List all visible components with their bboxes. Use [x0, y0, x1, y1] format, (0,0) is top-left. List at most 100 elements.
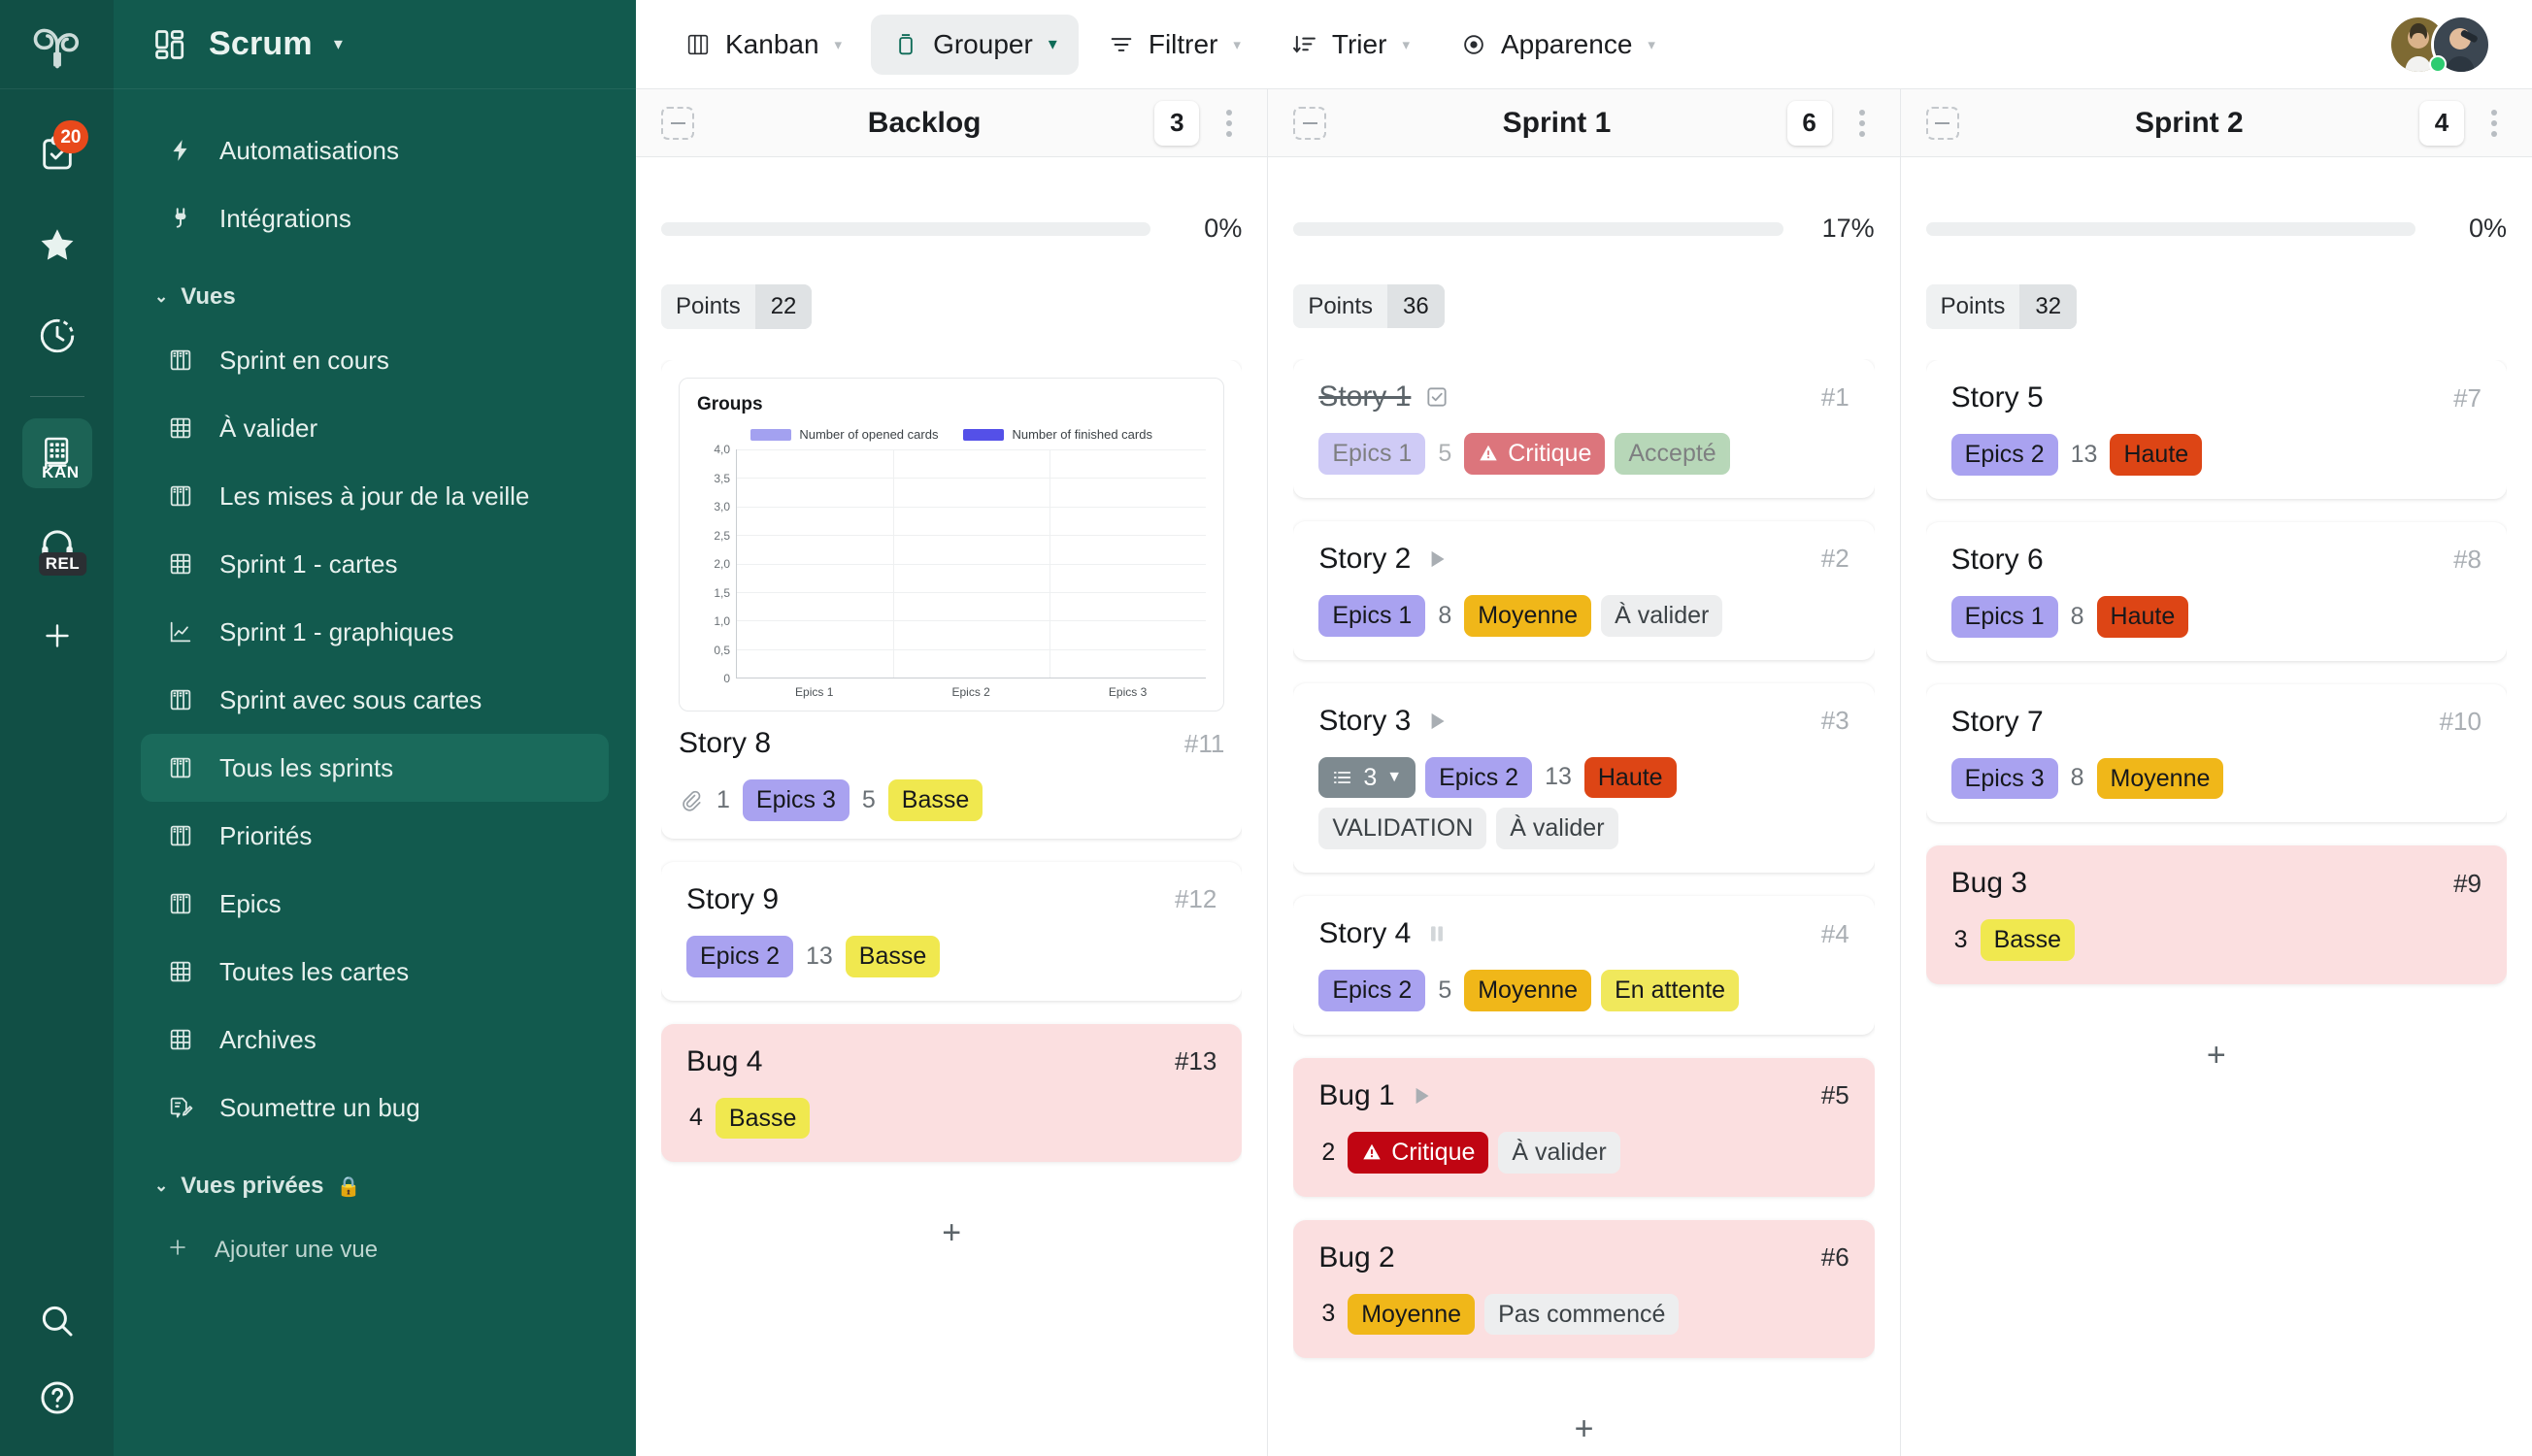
member-avatars[interactable]	[2388, 14, 2491, 75]
tag-basse[interactable]: Basse	[887, 779, 983, 821]
rail-item-help[interactable]	[37, 1377, 78, 1423]
board-card[interactable]: Bug 3 #9 3 Basse	[1925, 845, 2507, 984]
tag-gray[interactable]: À valider	[1601, 594, 1723, 637]
rail-item-kanban[interactable]: KAN	[21, 418, 92, 488]
board-card[interactable]: Story 2 #2 Epics 1 8 Moyenne À valider	[1293, 520, 1875, 660]
tag-haute[interactable]: Haute	[1583, 756, 1677, 799]
rail-item-favorites[interactable]	[22, 210, 92, 280]
collapse-column-button[interactable]	[661, 106, 694, 140]
sidebar-group-vues-privees[interactable]: ⌄ Vues privées 🔒	[141, 1163, 636, 1209]
sidebar-item-tous-les-sprints[interactable]: Tous les sprints	[141, 734, 609, 802]
rail-item-tasks[interactable]: 20	[22, 118, 92, 188]
tag-epic[interactable]: Epics 2	[1425, 756, 1533, 799]
tag-epic[interactable]: Epics 1	[1318, 433, 1426, 475]
board-card[interactable]: Bug 2 #6 3 Moyenne Pas commencé	[1293, 1219, 1875, 1359]
board-card[interactable]: Groups Number of opened cards Number of fi…	[661, 360, 1243, 839]
tag-gray[interactable]: À valider	[1498, 1131, 1620, 1174]
collapse-column-button[interactable]	[1293, 106, 1327, 140]
rail-item-release[interactable]: REL	[22, 510, 92, 579]
toolbar-button-apparence[interactable]: Apparence ▾	[1439, 15, 1677, 75]
sidebar-item-soumettre-un-bug[interactable]: Soumettre un bug	[141, 1074, 609, 1142]
tag-critique[interactable]: Critique	[1464, 433, 1606, 475]
tag-epic[interactable]: Epics 2	[1950, 434, 2058, 476]
play-icon[interactable]	[1424, 546, 1449, 572]
tag-haute[interactable]: Haute	[2110, 434, 2203, 476]
board-card[interactable]: Story 5 #7 Epics 2 13 Haute	[1925, 360, 2507, 499]
sidebar-item-sprint-en-cours[interactable]: Sprint en cours	[141, 326, 609, 394]
card-status-icon[interactable]	[1424, 384, 1449, 410]
sidebar-item-toutes-les-cartes[interactable]: Toutes les cartes	[141, 938, 609, 1006]
play-icon[interactable]	[1409, 1083, 1434, 1109]
tag-gray[interactable]: Pas commencé	[1484, 1293, 1680, 1336]
add-view-label: Ajouter une vue	[215, 1237, 379, 1263]
subtask-count-badge[interactable]: 3 ▼	[1318, 756, 1416, 799]
tag-epic[interactable]: Epics 2	[686, 935, 793, 977]
tag-moyenne[interactable]: Moyenne	[1464, 594, 1592, 637]
card-status-icon[interactable]	[1424, 709, 1449, 734]
tag-accepte[interactable]: Accepté	[1615, 433, 1730, 475]
tag-basse[interactable]: Basse	[845, 935, 941, 977]
card-status-icon[interactable]	[1424, 546, 1449, 572]
tag-moyenne[interactable]: Moyenne	[1464, 970, 1592, 1011]
tag-basse[interactable]: Basse	[715, 1097, 811, 1140]
pause-icon[interactable]	[1424, 921, 1449, 946]
app-logo[interactable]	[0, 0, 114, 89]
card-status-icon[interactable]	[1409, 1083, 1434, 1109]
toolbar-button-trier[interactable]: Trier ▾	[1270, 15, 1431, 75]
board-card[interactable]: Story 4 #4 Epics 2 5 Moyenne En attente	[1293, 896, 1875, 1035]
tag-moyenne[interactable]: Moyenne	[1348, 1293, 1476, 1336]
tag-epic[interactable]: Epics 2	[1318, 970, 1426, 1011]
add-card-button[interactable]: +	[1926, 1008, 2507, 1104]
tag-haute[interactable]: Haute	[2096, 595, 2189, 638]
card-status-icon[interactable]	[1424, 921, 1449, 946]
tag-epic[interactable]: Epics 1	[1950, 595, 2058, 638]
card-header: Story 2 #2	[1318, 543, 1849, 576]
sidebar-item-priorit-s[interactable]: Priorités	[141, 802, 609, 870]
tag-attente[interactable]: En attente	[1601, 970, 1740, 1011]
board-card[interactable]: Bug 1 #5 2 Critique À valider	[1293, 1057, 1875, 1197]
column-menu-button[interactable]	[1216, 104, 1242, 143]
sidebar-item-sprint-avec-sous-cartes[interactable]: Sprint avec sous cartes	[141, 666, 609, 734]
toolbar-button-grouper[interactable]: Grouper ▾	[871, 14, 1079, 75]
board-card[interactable]: Story 1 #1 Epics 1 5 Critique Accepté	[1293, 359, 1875, 498]
tag-epic[interactable]: Epics 3	[1950, 757, 2058, 800]
rail-item-search[interactable]	[37, 1301, 78, 1346]
sidebar-item-archives[interactable]: Archives	[141, 1006, 609, 1074]
sidebar-item-integrations[interactable]: Intégrations	[141, 184, 609, 252]
collapse-column-button[interactable]	[1925, 106, 1959, 140]
tag-gray[interactable]: À valider	[1496, 808, 1618, 850]
sidebar-item-sprint-1-graphiques[interactable]: Sprint 1 - graphiques	[141, 598, 609, 666]
board-card[interactable]: Story 6 #8 Epics 1 8 Haute	[1925, 521, 2507, 661]
checkbox-checked-icon[interactable]	[1424, 384, 1449, 410]
tag-critique[interactable]: Critique	[1348, 1131, 1489, 1174]
sidebar-item-valider[interactable]: À valider	[141, 394, 609, 462]
add-card-button[interactable]: +	[661, 1185, 1242, 1281]
play-icon[interactable]	[1424, 709, 1449, 734]
toolbar-button-kanban[interactable]: Kanban ▾	[663, 15, 863, 75]
chevron-down-icon[interactable]: ▾	[334, 34, 343, 54]
y-axis-tick: 3,5	[714, 471, 730, 485]
sidebar-item-sprint-1-cartes[interactable]: Sprint 1 - cartes	[141, 530, 609, 598]
add-card-button[interactable]: +	[1293, 1381, 1874, 1456]
card-tags: 3 Moyenne Pas commencé	[1318, 1293, 1849, 1336]
sidebar-item-automatisations[interactable]: Automatisations	[141, 116, 609, 184]
column-menu-button[interactable]	[1849, 104, 1875, 143]
column-menu-button[interactable]	[2482, 104, 2507, 143]
board-card[interactable]: Story 7 #10 Epics 3 8 Moyenne	[1925, 683, 2507, 823]
sidebar-item-les-mises-jour-de-la-veille[interactable]: Les mises à jour de la veille	[141, 462, 609, 530]
sidebar-header[interactable]: Scrum ▾	[114, 0, 636, 89]
board-card[interactable]: Story 9 #12 Epics 2 13 Basse	[661, 861, 1243, 1001]
board-card[interactable]: Bug 4 #13 4 Basse	[661, 1023, 1243, 1163]
tag-moyenne[interactable]: Moyenne	[2096, 757, 2224, 800]
board-card[interactable]: Story 3 #3 3 ▼ Epics 2 13 Haute VALIDATION À val…	[1293, 682, 1875, 874]
sidebar-group-vues[interactable]: ⌄ Vues	[141, 274, 636, 320]
tag-epic[interactable]: Epics 3	[742, 779, 850, 821]
tag-epic[interactable]: Epics 1	[1318, 594, 1426, 637]
add-view-button[interactable]: Ajouter une vue	[141, 1219, 609, 1281]
tag-basse[interactable]: Basse	[1980, 919, 2076, 961]
rail-item-add-space[interactable]	[22, 601, 92, 671]
tag-gray[interactable]: VALIDATION	[1318, 808, 1487, 850]
rail-item-recent[interactable]	[22, 301, 92, 371]
sidebar-item-epics[interactable]: Epics	[141, 870, 609, 938]
toolbar-button-filtrer[interactable]: Filtrer ▾	[1086, 15, 1262, 75]
